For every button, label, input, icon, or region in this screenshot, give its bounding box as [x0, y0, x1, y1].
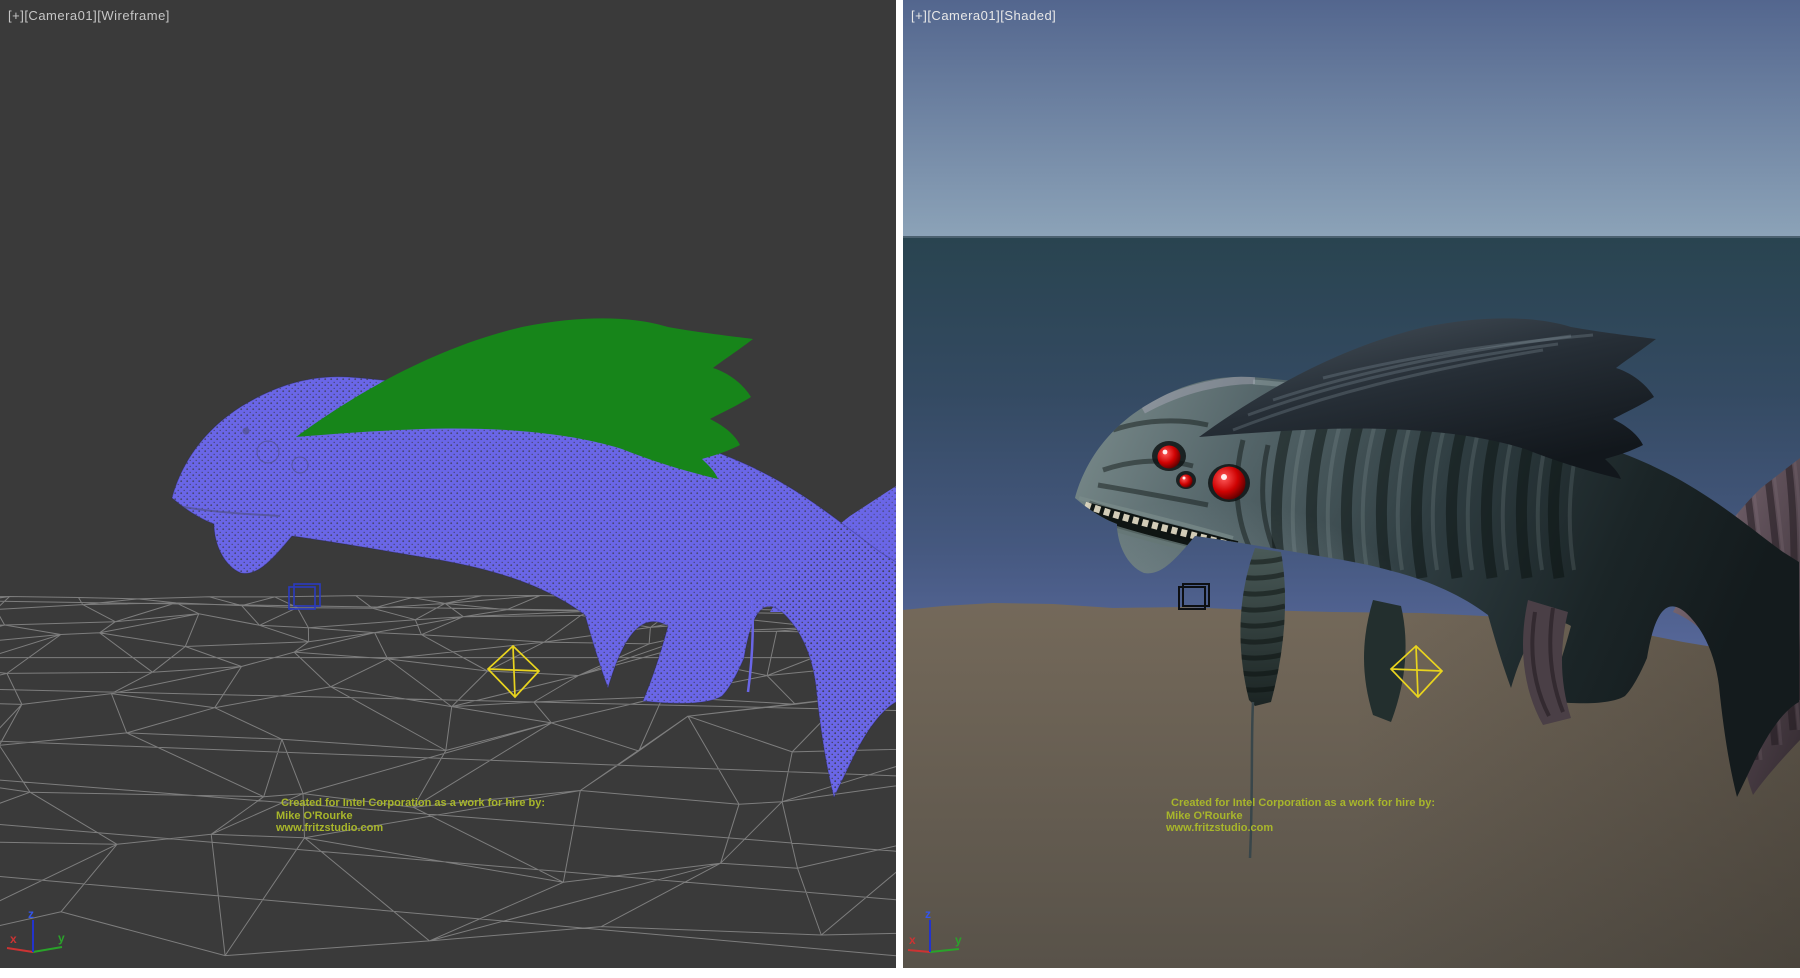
ground-shading — [903, 603, 1800, 968]
credit-line: Created for Intel Corporation as a work … — [281, 797, 545, 810]
ground-wireframe-mesh — [0, 596, 896, 961]
sky — [903, 0, 1800, 238]
axis-y-label: y — [58, 931, 65, 945]
fish-model-wireframe[interactable] — [172, 318, 896, 797]
viewport-label-shaded[interactable]: [+][Camera01][Shaded] — [911, 8, 1056, 23]
credit-line: Mike O'Rourke — [276, 810, 545, 823]
credit-line: Created for Intel Corporation as a work … — [1171, 797, 1435, 810]
world-axis-tripod: x y z — [2, 906, 78, 962]
dual-viewport-stage: [+][Camera01][Wireframe] Created for Int… — [0, 0, 1800, 978]
axis-y-label: y — [955, 933, 962, 947]
world-axis-tripod: x y z — [905, 906, 981, 962]
credit-line: Mike O'Rourke — [1166, 810, 1435, 823]
credit-line: www.fritzstudio.com — [1166, 822, 1435, 835]
viewport-wireframe[interactable]: [+][Camera01][Wireframe] Created for Int… — [0, 0, 896, 968]
viewport-label-wireframe[interactable]: [+][Camera01][Wireframe] — [8, 8, 170, 23]
axis-x-label: x — [909, 933, 916, 947]
axis-z-label: z — [28, 907, 34, 921]
horizon-line — [903, 236, 1800, 238]
viewport-shaded[interactable]: [+][Camera01][Shaded] Created for Intel … — [903, 0, 1800, 968]
scene-credit-text: Created for Intel Corporation as a work … — [276, 797, 545, 835]
credit-line: www.fritzstudio.com — [276, 822, 545, 835]
axis-x-label: x — [10, 932, 17, 946]
axis-z-label: z — [925, 907, 931, 921]
scene-credit-text: Created for Intel Corporation as a work … — [1166, 797, 1435, 835]
